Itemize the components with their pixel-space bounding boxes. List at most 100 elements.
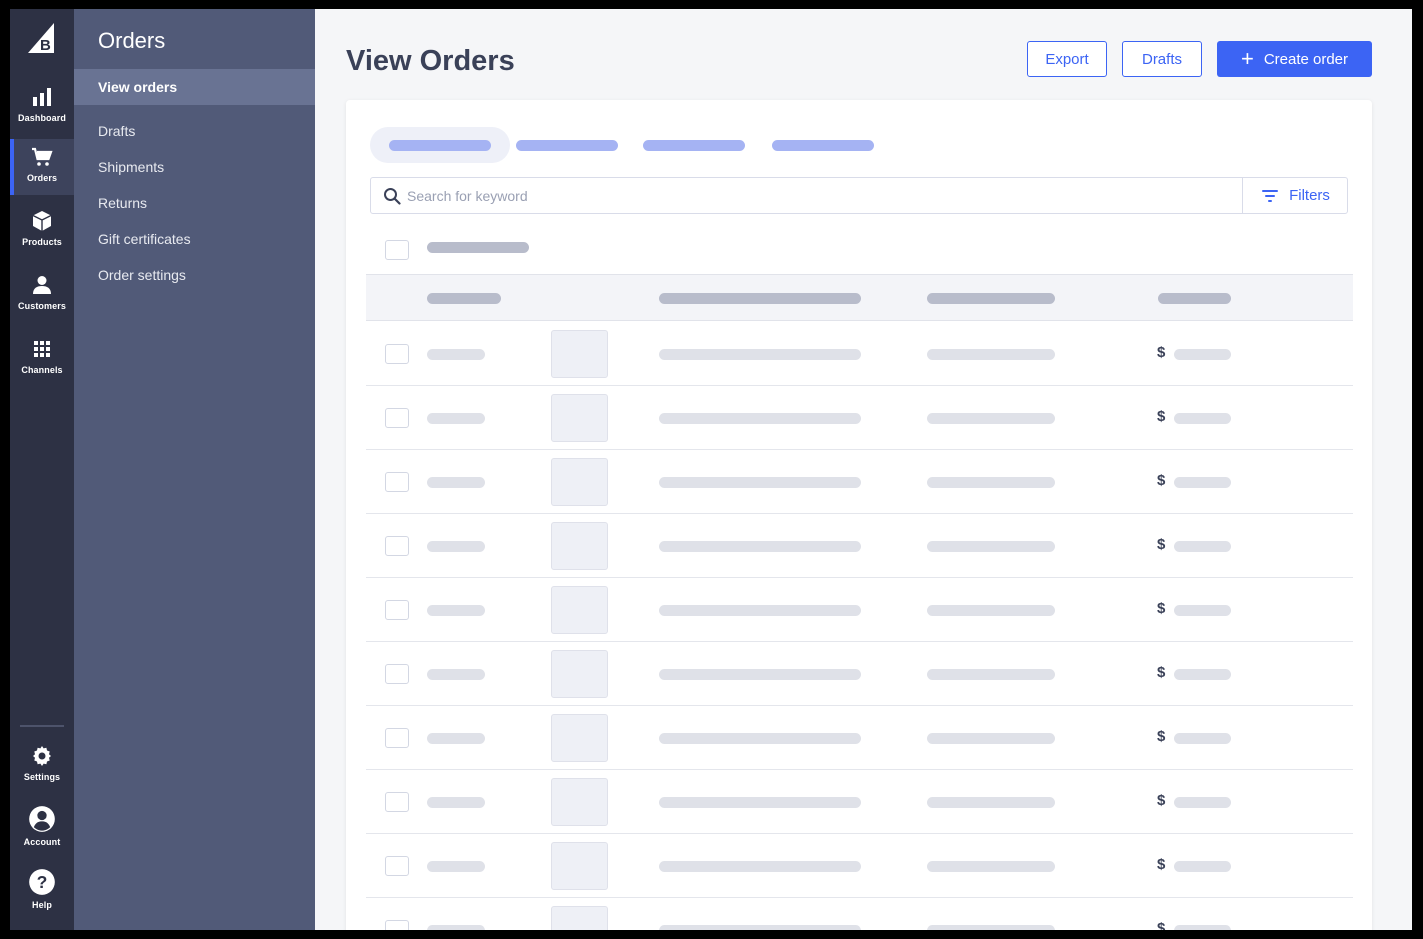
product-thumbnail-placeholder [551, 842, 608, 890]
drafts-button[interactable]: Drafts [1122, 41, 1202, 77]
status-skeleton [927, 797, 1055, 808]
row-checkbox[interactable] [385, 664, 409, 684]
row-checkbox[interactable] [385, 728, 409, 748]
rail-item-products[interactable]: Products [10, 203, 74, 259]
customer-skeleton [659, 477, 861, 488]
header-skeleton-order [427, 293, 501, 304]
svg-text:?: ? [37, 872, 48, 892]
table-header [366, 274, 1353, 321]
currency-symbol: $ [1157, 536, 1166, 553]
customer-skeleton [659, 349, 861, 360]
row-checkbox[interactable] [385, 472, 409, 492]
table-row[interactable]: $ [366, 514, 1353, 578]
tab-placeholder-4[interactable] [772, 127, 874, 163]
table-row[interactable]: $ [366, 834, 1353, 898]
subnav-item-gift-certificates[interactable]: Gift certificates [74, 221, 315, 257]
plus-icon: + [1240, 46, 1254, 71]
subnav-item-drafts[interactable]: Drafts [74, 113, 315, 149]
search-input[interactable] [407, 178, 1227, 213]
filters-button[interactable]: Filters [1242, 178, 1348, 213]
table-row[interactable]: $ [366, 642, 1353, 706]
subnav-item-view-orders[interactable]: View orders [74, 69, 315, 105]
tab-skeleton [643, 139, 745, 151]
currency-symbol: $ [1157, 920, 1166, 930]
rail-label: Account [23, 837, 61, 847]
order-id-skeleton [427, 541, 485, 552]
bigcommerce-logo-icon[interactable]: B [24, 21, 60, 55]
total-skeleton [1174, 413, 1231, 424]
table-row[interactable]: $ [366, 898, 1353, 930]
row-checkbox[interactable] [385, 792, 409, 812]
row-checkbox[interactable] [385, 408, 409, 428]
currency-symbol: $ [1157, 728, 1166, 745]
tab-placeholder-3[interactable] [643, 127, 745, 163]
subnav-item-order-settings[interactable]: Order settings [74, 257, 315, 293]
product-thumbnail-placeholder [551, 714, 608, 762]
status-skeleton [927, 925, 1055, 930]
order-id-skeleton [427, 861, 485, 872]
subnav-item-shipments[interactable]: Shipments [74, 149, 315, 185]
total-skeleton [1174, 797, 1231, 808]
currency-symbol: $ [1157, 792, 1166, 809]
rail-item-dashboard[interactable]: Dashboard [10, 79, 74, 135]
export-button[interactable]: Export [1027, 41, 1107, 77]
order-id-skeleton [427, 925, 485, 930]
rail-label: Orders [26, 173, 58, 183]
order-id-skeleton [427, 413, 485, 424]
main-content: View Orders Export Drafts + Create order… [315, 9, 1412, 930]
tab-placeholder-2[interactable] [516, 127, 618, 163]
customer-skeleton [659, 733, 861, 744]
rail-item-settings[interactable]: Settings [10, 738, 74, 794]
rail-item-orders[interactable]: Orders [10, 139, 74, 195]
row-checkbox[interactable] [385, 856, 409, 876]
table-row[interactable]: $ [366, 578, 1353, 642]
row-checkbox[interactable] [385, 536, 409, 556]
total-skeleton [1174, 669, 1231, 680]
currency-symbol: $ [1157, 664, 1166, 681]
grid-icon [34, 341, 50, 357]
rail-item-help[interactable]: ? Help [10, 864, 74, 920]
customer-skeleton [659, 605, 861, 616]
app-window: B Dashboard Orders Products Customers Ch… [10, 9, 1412, 930]
total-skeleton [1174, 925, 1231, 930]
total-skeleton [1174, 861, 1231, 872]
rail-label: Dashboard [18, 113, 66, 123]
product-thumbnail-placeholder [551, 650, 608, 698]
status-skeleton [927, 733, 1055, 744]
status-skeleton [927, 413, 1055, 424]
customer-skeleton [659, 541, 861, 552]
table-row[interactable]: $ [366, 770, 1353, 834]
header-skeleton-customer [659, 293, 861, 304]
gear-icon [33, 746, 51, 766]
cart-icon [32, 147, 53, 166]
currency-symbol: $ [1157, 344, 1166, 361]
total-skeleton [1174, 349, 1231, 360]
create-order-button[interactable]: + Create order [1217, 41, 1372, 77]
header-skeleton-total [1158, 293, 1231, 304]
select-all-checkbox[interactable] [385, 240, 409, 260]
row-checkbox[interactable] [385, 344, 409, 364]
rail-item-account[interactable]: Account [10, 801, 74, 857]
table-row[interactable]: $ [366, 706, 1353, 770]
person-icon [33, 276, 51, 294]
total-skeleton [1174, 605, 1231, 616]
currency-symbol: $ [1157, 472, 1166, 489]
rail-label: Customers [18, 301, 66, 311]
row-checkbox[interactable] [385, 920, 409, 930]
orders-subnav: Orders View orders Drafts Shipments Retu… [74, 9, 315, 930]
rail-item-channels[interactable]: Channels [10, 331, 74, 387]
status-skeleton [927, 669, 1055, 680]
tab-skeleton [516, 139, 618, 151]
rail-label: Channels [21, 365, 63, 375]
row-checkbox[interactable] [385, 600, 409, 620]
bar-chart-icon [33, 88, 51, 106]
table-row[interactable]: $ [366, 450, 1353, 514]
table-row[interactable]: $ [366, 322, 1353, 386]
tab-placeholder-1[interactable] [370, 127, 510, 163]
header-skeleton-status [927, 293, 1055, 304]
search-icon [384, 188, 401, 205]
table-row[interactable]: $ [366, 386, 1353, 450]
status-skeleton [927, 477, 1055, 488]
rail-item-customers[interactable]: Customers [10, 267, 74, 323]
subnav-item-returns[interactable]: Returns [74, 185, 315, 221]
